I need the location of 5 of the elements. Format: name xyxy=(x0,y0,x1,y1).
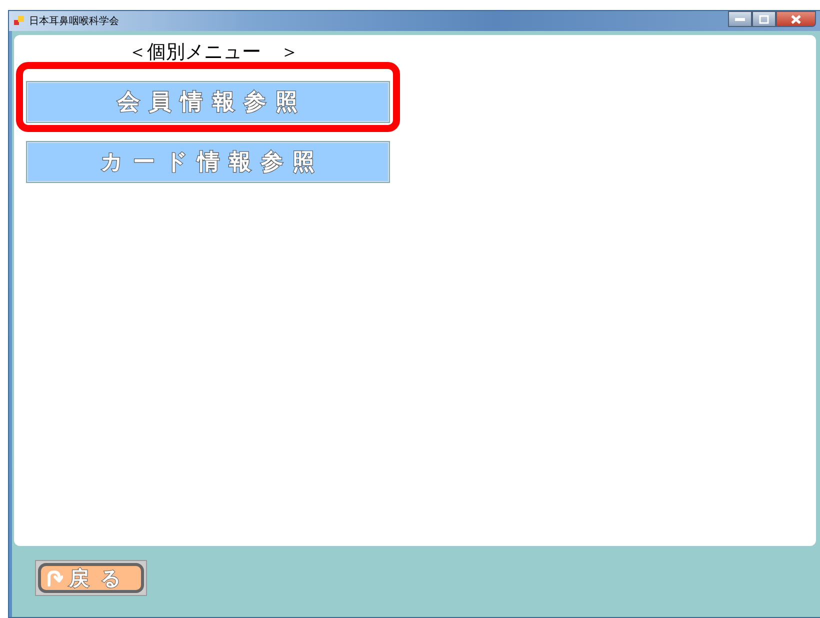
menu-button[interactable]: カ ー ド 情 報 参 照 xyxy=(26,141,390,183)
back-button[interactable]: 戻 る xyxy=(35,560,147,596)
menu-heading: ＜個別メニュー ＞ xyxy=(128,41,300,63)
window-title: 日本耳鼻咽喉科学会 xyxy=(29,14,119,28)
menu-button[interactable]: 会 員 情 報 参 照 xyxy=(26,81,390,123)
